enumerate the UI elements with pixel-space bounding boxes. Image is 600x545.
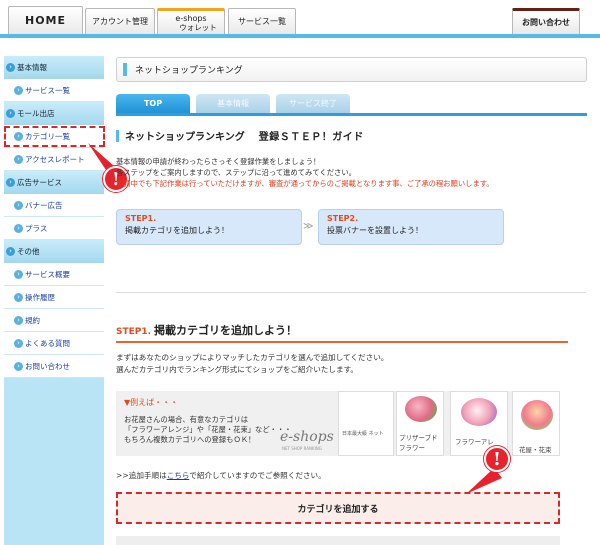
sidebar-item-label: サービス一覧 (25, 85, 70, 95)
example-line: 「フラワーアレンジ」や「花屋・花束」など・・・ (124, 425, 292, 434)
sidebar-item-label: よくある質問 (25, 338, 70, 348)
arrow-right-icon: › (14, 315, 23, 325)
alert-icon: ! (484, 446, 510, 472)
tab-basic-info[interactable]: 基本情報 (196, 94, 270, 113)
step1-heading-title: 掲載カテゴリを追加しよう！ (154, 324, 298, 337)
tab-account[interactable]: アカウント管理 (85, 8, 155, 34)
step1-card[interactable]: STEP1. 掲載カテゴリを追加しよう！ (116, 209, 302, 245)
sidebar-item-label: モール出店 (17, 108, 55, 118)
sidebar-item-contact[interactable]: › お問い合わせ (4, 355, 104, 378)
arrow-right-icon: › (14, 200, 23, 210)
ranking-site-sample: 日本最大級 ネット (338, 391, 394, 456)
howto-prefix: >>追加手順は (116, 471, 167, 480)
sample-caption: フラワーアレ (455, 438, 494, 446)
sidebar-item-service-list[interactable]: › サービス一覧 (4, 79, 104, 102)
flower-sample-3: 花屋・花束 (512, 391, 560, 456)
guide-heading-subtitle: 登録ＳＴＥＰ！ガイド (258, 132, 364, 143)
sidebar-heading-other: › その他 (4, 240, 104, 263)
tab-contact[interactable]: お問い合わせ (512, 8, 580, 34)
sidebar-item-faq[interactable]: › よくある質問 (4, 332, 104, 355)
tab-service-end[interactable]: サービス終了 (276, 94, 350, 113)
title-accent-bar (123, 63, 127, 76)
eshops-logo: e-shops (280, 429, 334, 445)
double-chevron-icon: ≫ (303, 221, 314, 232)
sidebar-item-label: 基本情報 (17, 62, 47, 72)
sidebar-item-label: 操作履歴 (25, 292, 55, 302)
intro-text: 基本情報の申請が終わったらさっそく登録作業をしましょう！ 各ステップをご案内しま… (116, 156, 586, 189)
step1-description: まずはあなたのショップによりマッチしたカテゴリを選んで追加してください。 選んだ… (116, 352, 388, 376)
sidebar-item-service-overview[interactable]: › サービス概要 (4, 263, 104, 286)
step-label: STEP1. (125, 214, 157, 223)
example-line: もちろん複数カテゴリへの登録もＯＫ！ (124, 435, 256, 444)
howto-text: >>追加手順はこちらで紹介していますのでご参照ください。 (116, 470, 326, 481)
sidebar-item-label: その他 (17, 246, 40, 256)
arrow-right-icon: › (6, 177, 15, 187)
arrow-right-icon: › (14, 338, 23, 348)
arrow-right-icon: › (14, 223, 23, 233)
tab-services[interactable]: サービス一覧 (228, 8, 296, 34)
sample-header: 日本最大級 ネット (342, 431, 384, 437)
step-text: 投票バナーを設置しよう！ (327, 226, 423, 235)
flower-image (461, 398, 497, 426)
tab-eshops-line1: e-shops (175, 13, 207, 23)
description-line: まずはあなたのショップによりマッチしたカテゴリを選んで追加してください。 (116, 353, 389, 362)
sidebar-item-label: プラス (25, 223, 48, 233)
sidebar-item-terms[interactable]: › 規約 (4, 309, 104, 332)
howto-suffix: で紹介していますのでご参照ください。 (189, 471, 326, 480)
arrow-right-icon: › (14, 292, 23, 302)
guide-heading-title: ネットショップランキング (125, 132, 245, 143)
step-label: STEP2. (327, 214, 359, 223)
flower-image (405, 396, 437, 422)
arrow-right-icon: › (6, 108, 15, 118)
example-heading: ▼例えば・・・ (124, 398, 179, 407)
sidebar-item-label: バナー広告 (25, 200, 63, 210)
tab-top[interactable]: TOP (116, 94, 190, 113)
arrow-right-icon: › (14, 361, 23, 371)
arrow-right-icon: › (6, 246, 15, 256)
intro-line: 基本情報の申請が終わったらさっそく登録作業をしましょう！ (116, 157, 321, 166)
description-line: 選んだカテゴリ内でランキング形式にてショップをご紹介いたします。 (116, 365, 359, 374)
page-title: ネットショップランキング (135, 66, 243, 76)
sidebar-item-label: サービス概要 (25, 269, 70, 279)
next-section-strip (116, 536, 560, 545)
sidebar-item-label: 広告サービス (17, 177, 62, 187)
sample-caption: プリザーブドフラワー (399, 434, 438, 452)
flower-sample-1: プリザーブドフラワー (396, 391, 444, 456)
flower-image (521, 400, 553, 430)
sidebar-item-plus[interactable]: › プラス (4, 217, 104, 240)
sidebar-item-history[interactable]: › 操作履歴 (4, 286, 104, 309)
example-line: お花屋さんの場合、有意なカテゴリは (124, 415, 249, 424)
arrow-right-icon: › (14, 269, 23, 279)
tab-eshops-wallet[interactable]: e-shops ウォレット (157, 8, 225, 34)
nav-divider (0, 34, 600, 38)
example-text: お花屋さんの場合、有意なカテゴリは 「フラワーアレンジ」や「花屋・花束」など・・… (124, 415, 292, 445)
sidebar-item-label: お問い合わせ (25, 361, 70, 371)
howto-link[interactable]: こちら (167, 471, 190, 480)
section-divider (116, 292, 586, 293)
tab-home[interactable]: HOME (8, 6, 83, 34)
page-title-box: ネットショップランキング (116, 57, 587, 82)
sidebar-item-banner-ads[interactable]: › バナー広告 (4, 194, 104, 217)
step1-heading: STEP1. 掲載カテゴリを追加しよう！ (116, 322, 568, 343)
step-text: 掲載カテゴリを追加しよう！ (125, 226, 229, 235)
arrow-right-icon: › (14, 154, 23, 164)
add-category-button[interactable]: カテゴリを追加する (116, 492, 560, 524)
heading-accent-bar (116, 129, 119, 142)
guide-heading: ネットショップランキング 登録ＳＴＥＰ！ガイド (116, 128, 364, 143)
sample-caption: 花屋・花束 (519, 446, 552, 454)
arrow-right-icon: › (14, 85, 23, 95)
eshops-logo-tagline: NET SHOP RANKING (282, 446, 322, 451)
intro-line: 各ステップをご案内しますので、ステップに沿って進めてみてください。 (116, 168, 356, 177)
intro-notice: 申請中でも下記作業は行っていただけますが、審査が通ってからのご掲載となります事、… (116, 179, 494, 188)
tab-eshops-line2: ウォレット (179, 22, 217, 32)
step2-card[interactable]: STEP2. 投票バナーを設置しよう！ (318, 209, 504, 245)
top-navigation: HOME アカウント管理 e-shops ウォレット サービス一覧 お問い合わせ (0, 0, 600, 38)
sidebar-heading-basic: › 基本情報 (4, 56, 104, 79)
sidebar-item-label: 規約 (25, 315, 40, 325)
arrow-right-icon: › (6, 62, 15, 72)
sidebar-item-label: アクセスレポート (25, 154, 85, 164)
sidebar-heading-mall: › モール出店 (4, 102, 104, 125)
content-tabs: TOP 基本情報 サービス終了 (116, 94, 587, 116)
step1-heading-number: STEP1. (116, 327, 152, 337)
